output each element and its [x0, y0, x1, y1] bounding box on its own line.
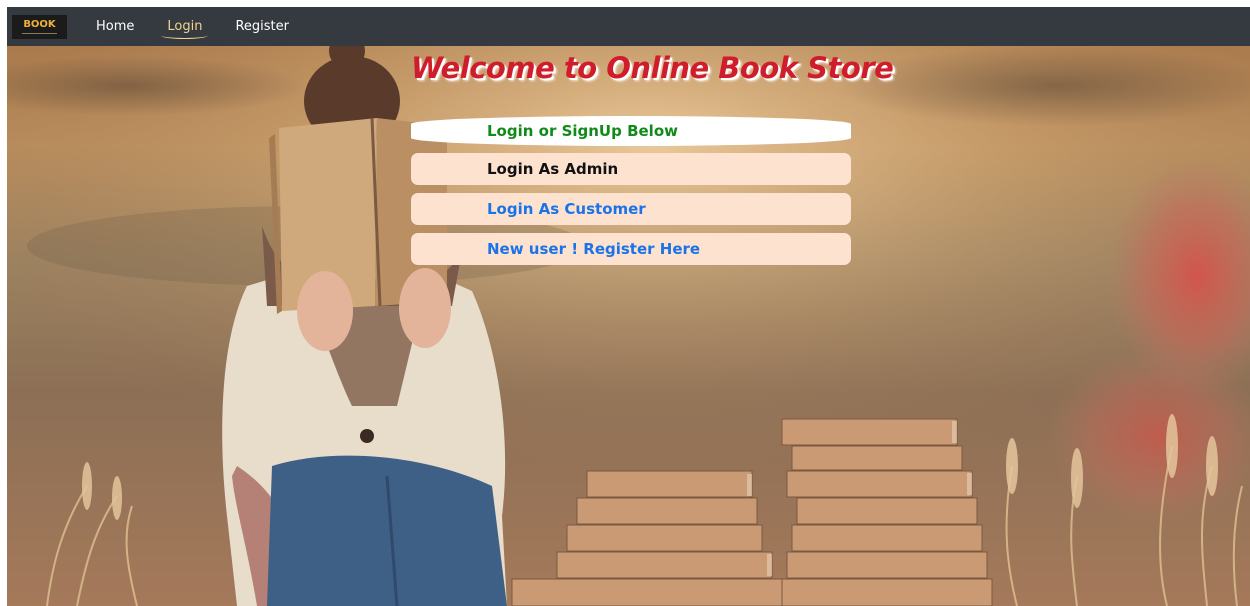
- login-admin-link[interactable]: Login As Admin: [411, 153, 851, 185]
- navbar: BOOK Home Login Register: [7, 7, 1250, 46]
- login-panel-header: Login or SignUp Below: [411, 116, 851, 146]
- page-title: Welcome to Online Book Store: [411, 51, 894, 85]
- hero-section: Welcome to Online Book Store Login or Si…: [7, 46, 1250, 606]
- nav-home-link[interactable]: Home: [96, 19, 134, 34]
- app-frame: BOOK Home Login Register Welcome to Onli…: [7, 7, 1250, 606]
- login-customer-link[interactable]: Login As Customer: [411, 193, 851, 225]
- logo-text: BOOK: [23, 19, 56, 30]
- book-logo[interactable]: BOOK: [12, 14, 67, 39]
- nav-login-link[interactable]: Login: [161, 19, 209, 39]
- logo-underline: [22, 32, 57, 34]
- register-link[interactable]: New user ! Register Here: [411, 233, 851, 265]
- nav-register-link[interactable]: Register: [235, 19, 289, 34]
